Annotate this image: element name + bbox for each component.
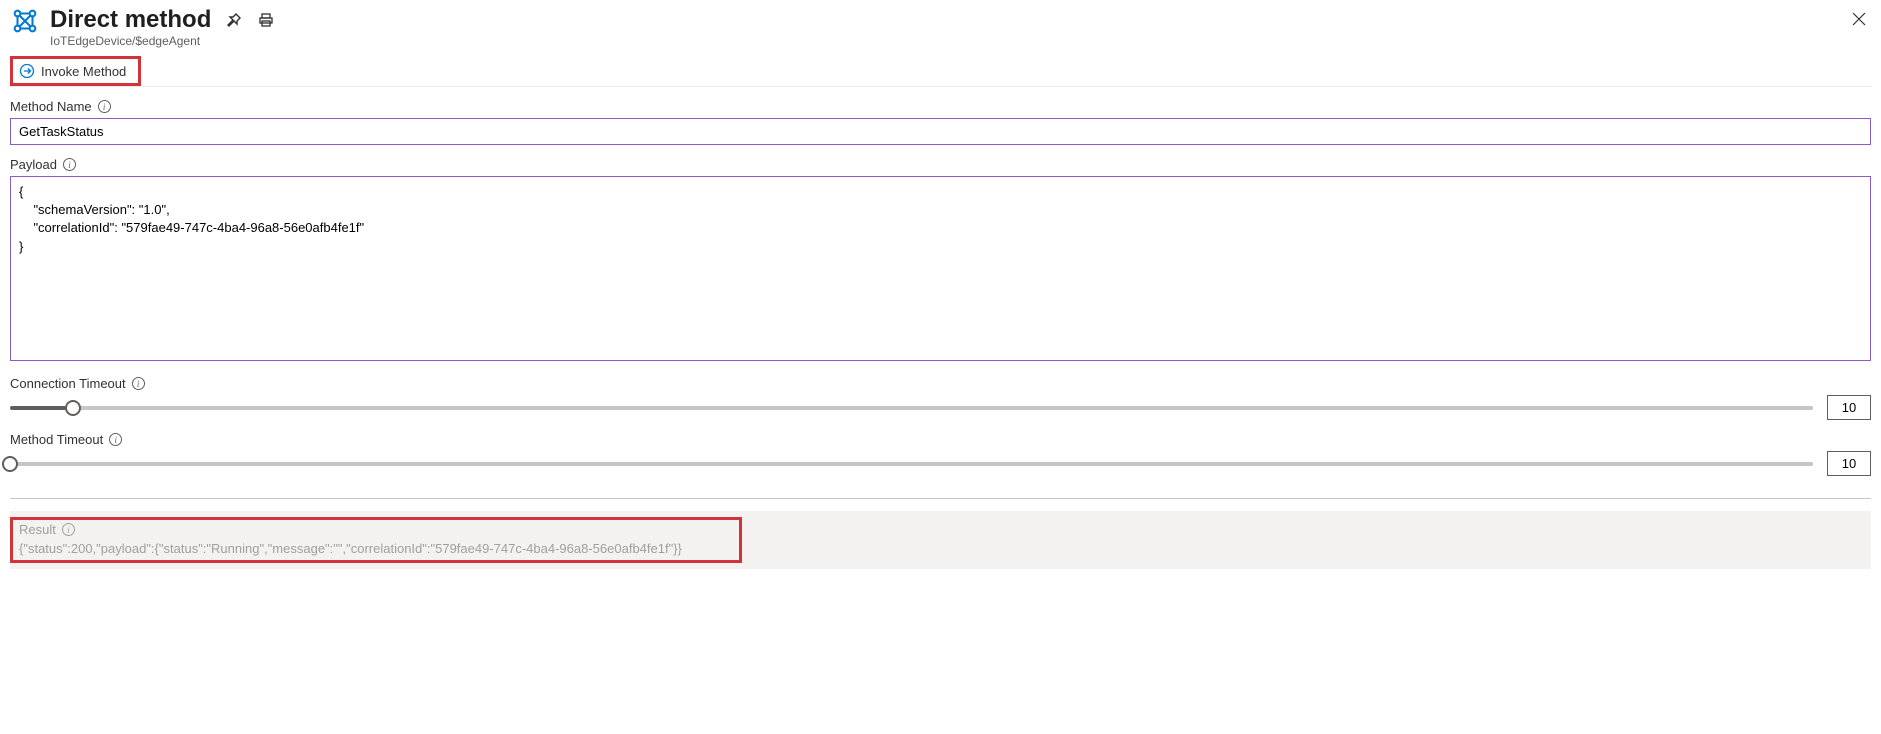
method-timeout-value[interactable] — [1827, 451, 1871, 476]
pin-icon[interactable] — [225, 11, 243, 29]
info-icon[interactable]: i — [98, 100, 111, 113]
invoke-method-label: Invoke Method — [41, 64, 126, 79]
info-icon[interactable]: i — [109, 433, 122, 446]
info-icon[interactable]: i — [62, 523, 75, 536]
result-box: Result i {"status":200,"payload":{"statu… — [10, 517, 742, 563]
method-timeout-slider[interactable] — [10, 454, 1813, 474]
connection-timeout-field: Connection Timeout i — [10, 376, 1871, 420]
result-label: Result — [19, 522, 56, 537]
method-timeout-field: Method Timeout i — [10, 432, 1871, 476]
method-name-field: Method Name i — [10, 99, 1871, 145]
payload-input[interactable] — [10, 176, 1871, 361]
close-button[interactable] — [1847, 6, 1871, 37]
info-icon[interactable]: i — [132, 377, 145, 390]
method-name-label: Method Name — [10, 99, 92, 114]
payload-label: Payload — [10, 157, 57, 172]
result-section: Result i {"status":200,"payload":{"statu… — [10, 498, 1871, 569]
print-icon[interactable] — [257, 11, 275, 29]
method-timeout-label: Method Timeout — [10, 432, 103, 447]
info-icon[interactable]: i — [63, 158, 76, 171]
connection-timeout-value[interactable] — [1827, 395, 1871, 420]
direct-method-icon — [10, 6, 40, 39]
connection-timeout-label: Connection Timeout — [10, 376, 126, 391]
page-header: Direct method IoTEdgeDevice/$edgeAgent — [10, 6, 1871, 52]
breadcrumb: IoTEdgeDevice/$edgeAgent — [50, 34, 1837, 48]
command-bar: Invoke Method — [10, 52, 1871, 87]
result-output: {"status":200,"payload":{"status":"Runni… — [19, 541, 733, 556]
page-title: Direct method — [50, 6, 211, 34]
invoke-icon — [19, 63, 35, 79]
method-name-input[interactable] — [10, 118, 1871, 145]
connection-timeout-slider[interactable] — [10, 398, 1813, 418]
payload-field: Payload i — [10, 157, 1871, 364]
invoke-method-button[interactable]: Invoke Method — [10, 56, 141, 86]
